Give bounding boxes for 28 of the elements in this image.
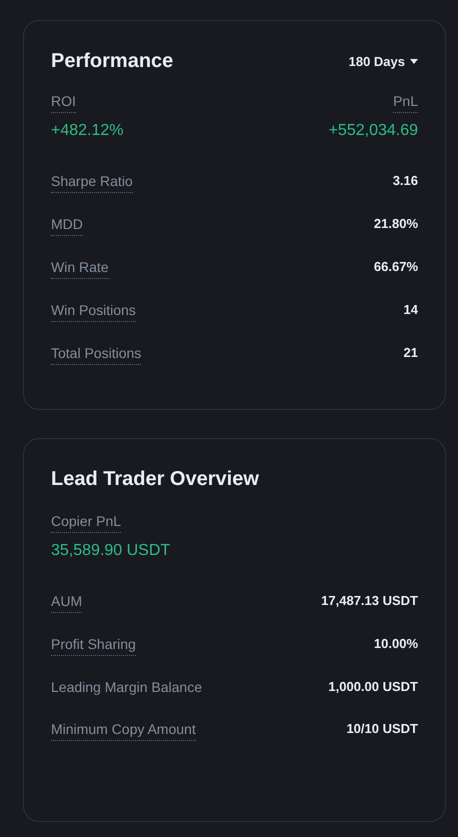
metric-label: ROI <box>51 92 76 113</box>
metric-value: 66.67% <box>374 258 418 276</box>
metric-value: +482.12% <box>51 121 124 141</box>
metric-value: 10.00% <box>374 635 418 653</box>
metric-label: PnL <box>393 92 418 113</box>
metric-value: 1,000.00 USDT <box>328 678 418 696</box>
metric-value: +552,034.69 <box>328 121 418 141</box>
card-title: Performance <box>51 49 174 74</box>
metric-label: Minimum Copy Amount <box>51 720 196 741</box>
metric-label: Sharpe Ratio <box>51 172 133 193</box>
period-dropdown[interactable]: 180 Days <box>348 54 418 68</box>
metric-value: 21 <box>404 344 418 362</box>
metric-value: 17,487.13 USDT <box>321 592 418 610</box>
metric-label: MDD <box>51 215 83 236</box>
metric-value: 10/10 USDT <box>346 720 418 738</box>
metric-label: Total Positions <box>51 344 142 365</box>
metric-label: Leading Margin Balance <box>51 678 202 697</box>
metric-label: Profit Sharing <box>51 635 136 656</box>
metric-value: 14 <box>404 301 418 319</box>
metric-label: Copier PnL <box>51 512 122 533</box>
card-title: Lead Trader Overview <box>51 467 260 492</box>
metric-value: 21.80% <box>374 215 418 233</box>
metric-value: 3.16 <box>392 172 418 190</box>
metric-label: Win Rate <box>51 258 109 279</box>
metric-label: Win Positions <box>51 301 136 322</box>
caret-icon <box>410 58 418 64</box>
metric-value: 35,589.90 USDT <box>51 541 170 561</box>
metric-label: AUM <box>51 592 82 613</box>
